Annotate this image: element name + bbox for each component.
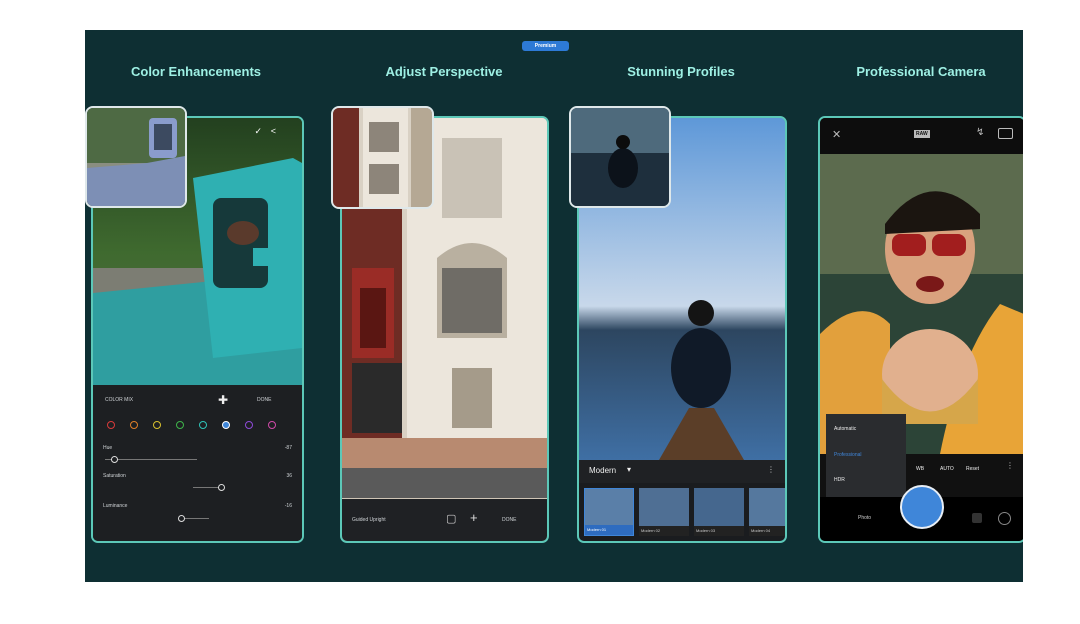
color-mix-label: COLOR MIX <box>105 397 134 403</box>
camera-bottom-bar: Photo <box>820 485 1023 541</box>
color-swatch-magenta[interactable] <box>268 421 276 429</box>
perspective-toolbar: Guided Upright ▢ + DONE <box>342 499 547 541</box>
flash-icon[interactable]: ↯ <box>976 127 984 138</box>
luminance-slider[interactable] <box>181 518 209 519</box>
hue-slider[interactable] <box>105 459 197 460</box>
mode-automatic[interactable]: Automatic <box>834 426 856 432</box>
auto-control[interactable]: AUTO <box>940 466 954 472</box>
profile-group-bar: Modern ▾ ⋮ <box>579 460 785 483</box>
photo-mode-dropdown[interactable]: Photo <box>858 515 871 521</box>
profile-thumb[interactable]: Modern 01 <box>584 488 634 536</box>
color-before-thumbnail <box>85 106 187 208</box>
shutter-button[interactable] <box>900 485 944 529</box>
color-mix-panel: COLOR MIX ✚ DONE Hue -87 Saturation 36 L… <box>93 385 302 541</box>
add-icon[interactable]: + <box>470 510 478 525</box>
color-swatch-aqua[interactable] <box>199 421 207 429</box>
camera-switch-icon[interactable] <box>998 128 1013 139</box>
panel-title-camera: Professional Camera <box>856 64 986 79</box>
mode-hdr[interactable]: HDR <box>834 477 845 483</box>
close-icon[interactable]: ✕ <box>832 128 841 141</box>
mode-professional[interactable]: Professional <box>834 452 862 458</box>
pro-controls-bar: WB AUTO Reset ⋮ <box>908 454 1023 484</box>
saturation-value: 36 <box>286 473 292 479</box>
selfie-photo <box>820 154 1023 454</box>
chevron-down-icon: ▾ <box>627 465 632 474</box>
profile-group-dropdown[interactable]: Modern <box>589 466 616 475</box>
luminance-label: Luminance <box>103 503 128 509</box>
settings-icon[interactable] <box>998 512 1011 525</box>
panel-title-profiles: Stunning Profiles <box>627 64 735 79</box>
panel-title-perspective: Adjust Perspective <box>385 64 503 79</box>
camera-top-bar: ✕ RAW ↯ <box>820 118 1023 154</box>
more-icon[interactable]: ⋮ <box>767 465 775 474</box>
color-swatch-green[interactable] <box>176 421 184 429</box>
saturation-slider-knob[interactable] <box>218 484 225 491</box>
luminance-value: -16 <box>284 503 292 509</box>
raw-badge[interactable]: RAW <box>914 130 930 138</box>
profile-thumb[interactable]: Modern 04 <box>749 488 785 536</box>
panel-title-color: Color Enhancements <box>130 64 262 79</box>
profiles-before-thumbnail <box>569 106 671 208</box>
check-icon[interactable]: ✓ <box>254 126 262 137</box>
hue-label: Hue <box>103 445 113 451</box>
color-done-button[interactable]: DONE <box>257 397 271 403</box>
hue-slider-knob[interactable] <box>111 456 118 463</box>
gallery-icon[interactable] <box>972 513 982 523</box>
profile-thumb[interactable]: Modern 03 <box>694 488 744 536</box>
profile-thumb[interactable]: Modern 02 <box>639 488 689 536</box>
profile-strip: Modern 01 Modern 02 Modern 03 Modern 04 <box>579 483 785 541</box>
perspective-before-thumbnail <box>331 106 434 209</box>
saturation-label: Saturation <box>103 473 126 479</box>
wb-control[interactable]: WB <box>916 466 924 472</box>
reset-control[interactable]: Reset <box>966 466 979 472</box>
color-swatch-purple[interactable] <box>245 421 253 429</box>
color-swatch-red[interactable] <box>107 421 115 429</box>
more-icon[interactable]: ⋮ <box>1006 461 1014 470</box>
guided-upright-label: Guided Upright <box>352 517 386 523</box>
target-icon[interactable]: ✚ <box>218 393 228 407</box>
luminance-slider-knob[interactable] <box>178 515 185 522</box>
color-swatch-blue[interactable] <box>222 421 230 429</box>
trash-icon[interactable]: ▢ <box>446 512 456 525</box>
promo-banner: Premium Color Enhancements Adjust Perspe… <box>85 30 1023 582</box>
phone-professional-camera: ✕ RAW ↯ Automatic Professional HDR WB AU… <box>818 116 1023 543</box>
hue-value: -87 <box>284 445 292 451</box>
camera-mode-menu: Automatic Professional HDR <box>826 414 906 497</box>
premium-badge: Premium <box>522 41 569 51</box>
share-icon[interactable]: < <box>271 126 276 136</box>
color-swatch-orange[interactable] <box>130 421 138 429</box>
color-swatch-yellow[interactable] <box>153 421 161 429</box>
perspective-done-button[interactable]: DONE <box>502 517 516 523</box>
